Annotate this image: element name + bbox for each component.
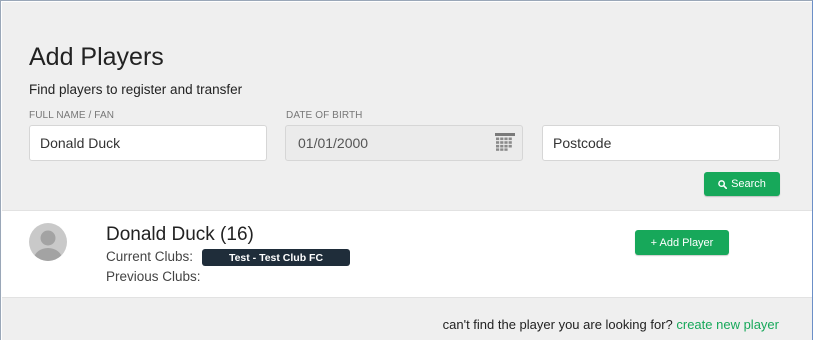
full-name-input[interactable] — [29, 125, 267, 161]
date-of-birth-label: DATE OF BIRTH — [286, 110, 363, 121]
current-club-badge: Test - Test Club FC — [202, 249, 350, 266]
create-new-player-link[interactable]: create new player — [676, 317, 779, 332]
player-result-row: Donald Duck (16) Current Clubs: Test - T… — [2, 210, 812, 298]
footer-prompt: can't find the player you are looking fo… — [442, 317, 673, 332]
current-clubs-label: Current Clubs: — [106, 249, 194, 264]
postcode-input[interactable] — [542, 125, 780, 161]
avatar-icon — [29, 223, 67, 261]
page-frame: Add Players Find players to register and… — [0, 0, 813, 340]
player-name: Donald Duck (16) — [106, 224, 254, 245]
page-subtitle: Find players to register and transfer — [29, 82, 243, 97]
date-of-birth-input[interactable] — [285, 125, 523, 161]
search-button[interactable]: Search — [704, 172, 780, 196]
footer-message: can't find the player you are looking fo… — [443, 317, 779, 332]
full-name-label: FULL NAME / FAN — [29, 110, 115, 121]
page-title: Add Players — [29, 43, 164, 71]
footer-panel: can't find the player you are looking fo… — [2, 298, 812, 340]
add-player-button[interactable]: + Add Player — [635, 230, 729, 255]
search-icon — [718, 179, 728, 189]
search-button-label: Search — [731, 178, 766, 190]
calendar-icon[interactable] — [495, 133, 515, 151]
search-panel — [2, 2, 812, 210]
previous-clubs-label: Previous Clubs: — [106, 269, 201, 284]
